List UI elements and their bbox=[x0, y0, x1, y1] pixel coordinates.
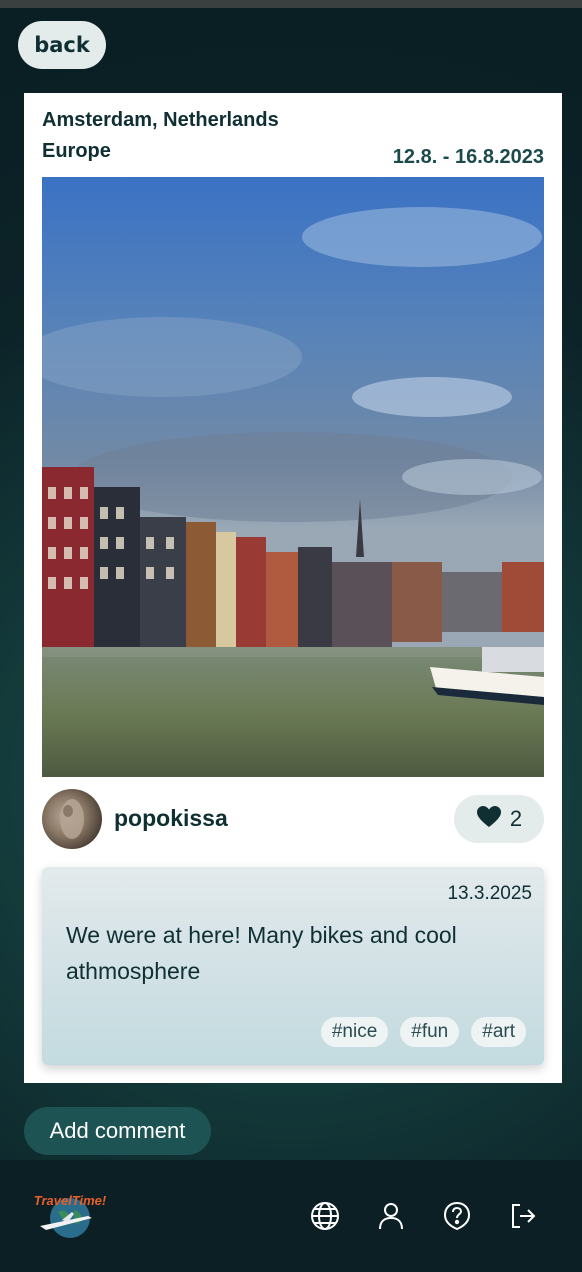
post-card: Amsterdam, Netherlands Europe 12.8. - 16… bbox=[24, 93, 562, 1083]
globe-icon[interactable] bbox=[309, 1200, 341, 1232]
author-avatar[interactable] bbox=[42, 789, 102, 849]
logout-icon[interactable] bbox=[507, 1200, 539, 1232]
post-location-region: Europe bbox=[42, 140, 111, 162]
help-icon[interactable] bbox=[441, 1200, 473, 1232]
tag-nice[interactable]: #nice bbox=[320, 1017, 389, 1047]
top-status-bar bbox=[0, 0, 582, 8]
tag-fun[interactable]: #fun bbox=[400, 1017, 460, 1047]
tag-art[interactable]: #art bbox=[471, 1017, 526, 1047]
comment-tags: #nice #fun #art bbox=[320, 1017, 526, 1047]
like-count: 2 bbox=[509, 806, 523, 831]
add-comment-button[interactable]: Add comment bbox=[24, 1107, 211, 1155]
footer-nav: TravelTime! bbox=[0, 1160, 582, 1272]
heart-icon bbox=[476, 805, 502, 834]
comment-card: 13.3.2025 We were at here! Many bikes an… bbox=[42, 867, 544, 1065]
post-date-range: 12.8. - 16.8.2023 bbox=[392, 146, 544, 168]
post-photo bbox=[42, 177, 544, 777]
user-icon[interactable] bbox=[375, 1200, 407, 1232]
post-location-city: Amsterdam, Netherlands bbox=[42, 109, 279, 131]
back-button[interactable]: back bbox=[18, 21, 106, 69]
author-username[interactable]: popokissa bbox=[114, 805, 228, 832]
comment-date: 13.3.2025 bbox=[447, 883, 532, 904]
traveltime-logo[interactable]: TravelTime! bbox=[28, 1190, 112, 1240]
like-button[interactable]: 2 bbox=[454, 795, 544, 843]
svg-text:TravelTime!: TravelTime! bbox=[34, 1193, 107, 1208]
comment-text: We were at here! Many bikes and cool ath… bbox=[66, 922, 457, 984]
